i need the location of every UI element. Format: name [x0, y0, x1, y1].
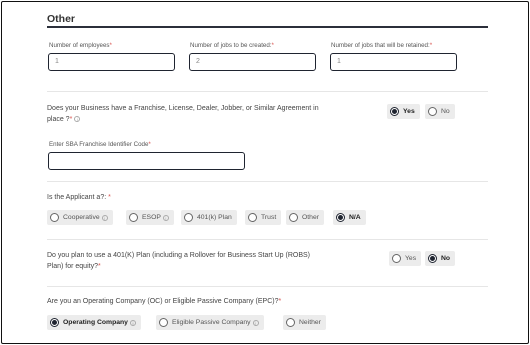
radio-icon — [248, 213, 257, 222]
franchise-option-yes[interactable]: Yes — [387, 104, 420, 119]
applicant-question: Is the Applicant a?: * — [47, 194, 111, 201]
info-icon: i — [162, 214, 169, 221]
company-option-operating[interactable]: Operating Company i — [47, 315, 141, 330]
franchise-option-no[interactable]: No — [425, 104, 455, 119]
employees-input[interactable]: 1 — [48, 53, 175, 71]
radio-icon — [50, 213, 59, 222]
applicant-option-esop[interactable]: ESOP i — [126, 210, 174, 225]
plan401k-option-yes[interactable]: Yes — [389, 251, 422, 266]
radio-selected-icon — [50, 318, 59, 327]
applicant-option-na[interactable]: N/A — [333, 210, 366, 225]
radio-icon — [286, 318, 295, 327]
applicant-option-other[interactable]: Other — [286, 210, 324, 225]
info-icon: i — [101, 214, 108, 221]
divider — [47, 239, 488, 240]
franchise-code-label: Enter SBA Franchise Identifier Code* — [49, 141, 151, 148]
info-icon: i — [129, 319, 136, 326]
info-icon: i — [252, 319, 259, 326]
radio-selected-icon — [428, 254, 437, 263]
franchise-code-input[interactable] — [48, 152, 245, 170]
form-panel: Other Number of employees* 1 Number of j… — [1, 1, 529, 344]
radio-icon — [159, 318, 168, 327]
employees-label: Number of employees* — [49, 42, 112, 49]
jobs-created-input[interactable]: 2 — [189, 53, 316, 71]
title-divider — [47, 26, 488, 28]
divider — [47, 91, 488, 92]
jobs-retained-label: Number of jobs that will be retained:* — [331, 42, 433, 49]
jobs-retained-input[interactable]: 1 — [330, 53, 457, 71]
info-icon: i — [74, 116, 81, 123]
radio-icon — [289, 213, 298, 222]
divider — [47, 286, 488, 287]
radio-icon — [428, 107, 437, 116]
radio-icon — [184, 213, 193, 222]
radio-icon — [129, 213, 138, 222]
applicant-option-trust[interactable]: Trust — [245, 210, 282, 225]
divider — [47, 181, 488, 182]
plan401k-question: Do you plan to use a 401(K) Plan (includ… — [47, 252, 311, 270]
applicant-option-401k[interactable]: 401(k) Plan — [181, 210, 237, 225]
radio-selected-icon — [336, 213, 345, 222]
plan401k-option-no[interactable]: No — [425, 251, 456, 266]
radio-selected-icon — [390, 107, 399, 116]
franchise-question: Does your Business have a Franchise, Lic… — [47, 105, 319, 123]
radio-icon — [392, 254, 401, 263]
company-option-eligible-passive[interactable]: Eligible Passive Company i — [156, 315, 264, 330]
applicant-option-cooperative[interactable]: Cooperative i — [47, 210, 113, 225]
company-type-question: Are you an Operating Company (OC) or Eli… — [47, 298, 282, 305]
jobs-created-label: Number of jobs to be created:* — [190, 42, 274, 49]
company-option-neither[interactable]: Neither — [283, 315, 326, 330]
section-title: Other — [47, 13, 76, 25]
